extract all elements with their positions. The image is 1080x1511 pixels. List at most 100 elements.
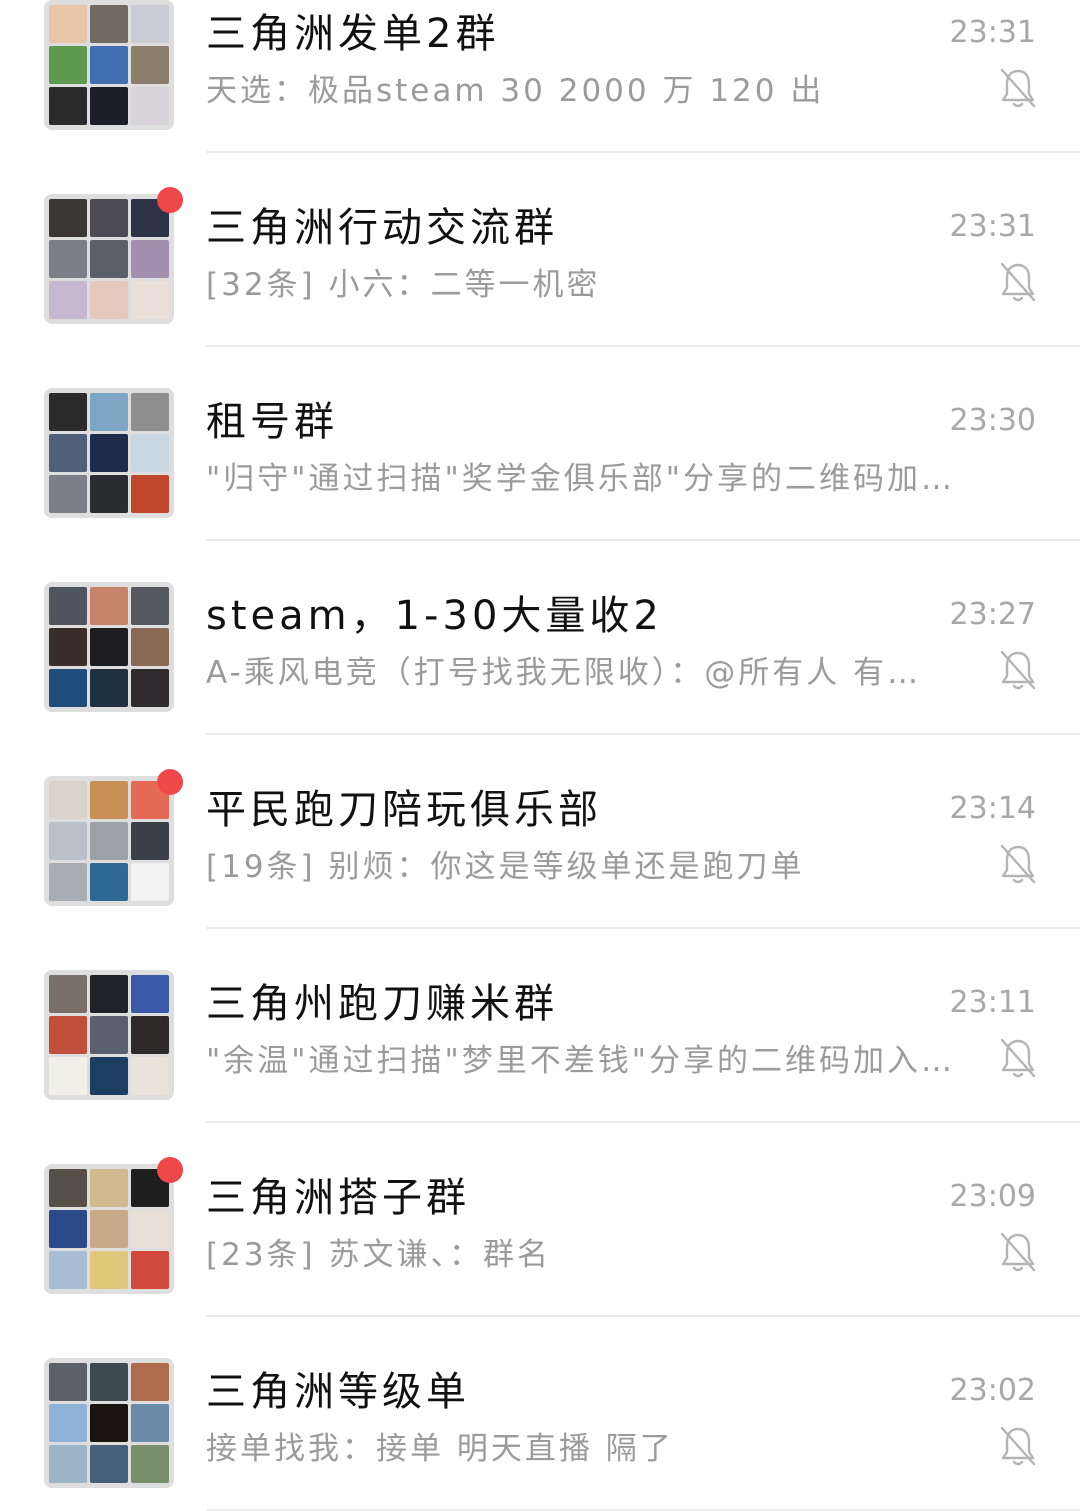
chat-time: 23:02: [949, 1373, 1036, 1408]
avatar-tile: [49, 434, 87, 472]
avatar-tile: [131, 1251, 169, 1289]
avatar-tile: [131, 5, 169, 43]
avatar-tile: [90, 669, 128, 707]
chat-preview: 天选：极品steam 30 2000 万 120 出: [206, 73, 825, 109]
chat-list-item[interactable]: 三角洲发单2群 23:31 天选：极品steam 30 2000 万 120 出: [0, 0, 1080, 153]
avatar-tile: [131, 240, 169, 278]
muted-bell-icon: [1000, 1426, 1036, 1466]
group-avatar: [44, 1358, 174, 1488]
chat-name: steam，1-30大量收2: [206, 593, 663, 639]
avatar-tile: [131, 1404, 169, 1442]
chat-list-item[interactable]: 三角洲等级单 23:02 接单找我：接单 明天直播 隔了: [0, 1317, 1080, 1511]
avatar-tile: [131, 975, 169, 1013]
avatar-tile: [49, 628, 87, 666]
avatar-tile: [131, 1210, 169, 1248]
muted-bell-icon: [1000, 650, 1036, 690]
avatar-tile: [49, 240, 87, 278]
avatar-tile: [49, 1363, 87, 1401]
avatar-tile: [49, 281, 87, 319]
chat-preview: [32条] 小六：二等一机密: [206, 267, 601, 303]
avatar-tile: [90, 1404, 128, 1442]
avatar-tile: [131, 87, 169, 125]
avatar-tile: [49, 781, 87, 819]
chat-preview: [23条] 苏文谦、：群名: [206, 1237, 551, 1273]
avatar-tile: [49, 5, 87, 43]
chat-time: 23:14: [949, 791, 1036, 826]
avatar-tile: [131, 587, 169, 625]
avatar-tile: [49, 1404, 87, 1442]
chat-preview: 接单找我：接单 明天直播 隔了: [206, 1431, 674, 1467]
chat-preview: [19条] 别烦：你这是等级单还是跑刀单: [206, 849, 805, 885]
avatar-tile: [90, 1210, 128, 1248]
avatar-tile: [131, 281, 169, 319]
chat-time: 23:11: [949, 985, 1036, 1020]
chat-list-item[interactable]: steam，1-30大量收2 23:27 A-乘风电竞（打号找我无限收）：@所有…: [0, 541, 1080, 735]
chat-preview: "归守"通过扫描"奖学金俱乐部"分享的二维码加…: [206, 461, 956, 497]
avatar-tile: [131, 628, 169, 666]
chat-name: 租号群: [206, 399, 338, 445]
avatar-tile: [49, 475, 87, 513]
avatar-tile: [90, 863, 128, 901]
chat-name: 三角洲行动交流群: [206, 205, 558, 251]
avatar-tile: [131, 393, 169, 431]
group-avatar: [44, 970, 174, 1100]
chat-list: 三角洲发单2群 23:31 天选：极品steam 30 2000 万 120 出…: [0, 0, 1080, 1511]
chat-list-item[interactable]: 三角州跑刀赚米群 23:11 "余温"通过扫描"梦里不差钱"分享的二维码加入…: [0, 929, 1080, 1123]
avatar-tile: [131, 1057, 169, 1095]
avatar-tile: [49, 863, 87, 901]
avatar-tile: [90, 240, 128, 278]
muted-bell-icon: [1000, 844, 1036, 884]
avatar-tile: [131, 669, 169, 707]
avatar-tile: [90, 434, 128, 472]
avatar-tile: [90, 393, 128, 431]
chat-name: 三角洲发单2群: [206, 11, 500, 57]
avatar-tile: [49, 199, 87, 237]
chat-list-item[interactable]: 三角洲搭子群 23:09 [23条] 苏文谦、：群名: [0, 1123, 1080, 1317]
chat-name: 三角州跑刀赚米群: [206, 981, 558, 1027]
muted-bell-icon: [1000, 1232, 1036, 1272]
chat-time: 23:09: [949, 1179, 1036, 1214]
avatar-tile: [90, 1016, 128, 1054]
unread-dot: [157, 769, 183, 795]
avatar-tile: [49, 975, 87, 1013]
avatar-tile: [90, 1057, 128, 1095]
avatar-tile: [90, 281, 128, 319]
avatar-tile: [90, 781, 128, 819]
group-avatar: [44, 1164, 174, 1294]
group-avatar: [44, 582, 174, 712]
chat-time: 23:27: [949, 597, 1036, 632]
group-avatar: [44, 194, 174, 324]
chat-list-item[interactable]: 三角洲行动交流群 23:31 [32条] 小六：二等一机密: [0, 153, 1080, 347]
unread-dot: [157, 1157, 183, 1183]
avatar-tile: [49, 669, 87, 707]
chat-list-item[interactable]: 平民跑刀陪玩俱乐部 23:14 [19条] 别烦：你这是等级单还是跑刀单: [0, 735, 1080, 929]
chat-preview: A-乘风电竞（打号找我无限收）：@所有人 有…: [206, 655, 922, 691]
avatar-tile: [90, 1445, 128, 1483]
avatar-tile: [131, 1016, 169, 1054]
avatar-tile: [49, 1057, 87, 1095]
chat-list-item[interactable]: 租号群 23:30 "归守"通过扫描"奖学金俱乐部"分享的二维码加…: [0, 347, 1080, 541]
avatar-tile: [49, 46, 87, 84]
avatar-tile: [49, 1016, 87, 1054]
group-avatar: [44, 776, 174, 906]
avatar-tile: [90, 87, 128, 125]
chat-time: 23:31: [949, 209, 1036, 244]
avatar-tile: [49, 1210, 87, 1248]
avatar-tile: [90, 199, 128, 237]
muted-bell-icon: [1000, 262, 1036, 302]
group-avatar: [44, 0, 174, 130]
unread-dot: [157, 187, 183, 213]
avatar-tile: [90, 628, 128, 666]
avatar-tile: [90, 475, 128, 513]
avatar-tile: [131, 1363, 169, 1401]
avatar-tile: [131, 863, 169, 901]
avatar-tile: [49, 393, 87, 431]
avatar-tile: [131, 434, 169, 472]
chat-preview: "余温"通过扫描"梦里不差钱"分享的二维码加入…: [206, 1043, 956, 1079]
avatar-tile: [49, 822, 87, 860]
group-avatar: [44, 388, 174, 518]
muted-bell-icon: [1000, 68, 1036, 108]
avatar-tile: [90, 5, 128, 43]
avatar-tile: [49, 1445, 87, 1483]
avatar-tile: [49, 87, 87, 125]
